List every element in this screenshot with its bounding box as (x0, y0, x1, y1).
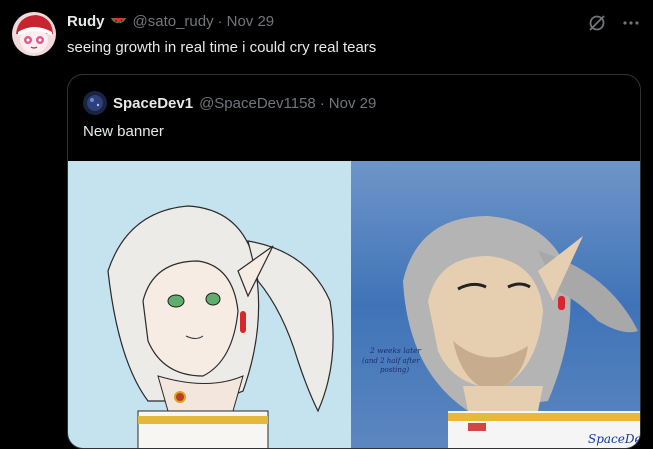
slashed-circle-icon[interactable] (587, 13, 607, 33)
watermelon-icon (110, 13, 127, 30)
quoted-tweet-date[interactable]: Nov 29 (329, 95, 377, 112)
quoted-author-avatar[interactable] (83, 91, 107, 115)
author-avatar[interactable] (12, 12, 56, 56)
tweet-date[interactable]: Nov 29 (227, 13, 275, 30)
separator-dot: · (217, 13, 223, 30)
artist-signature: SpaceDev (588, 432, 641, 446)
tweet-actions (587, 13, 641, 33)
quoted-author-handle[interactable]: @SpaceDev1158 (199, 95, 316, 112)
quoted-tweet[interactable]: SpaceDev1 @SpaceDev1158 · Nov 29 New ban… (67, 74, 641, 449)
tweet-text: seeing growth in real time i could cry r… (67, 39, 377, 56)
annotation-line-3: posting) (380, 366, 409, 374)
annotation-line-1: 2 weeks later (369, 346, 422, 355)
quoted-tweet-text: New banner (83, 123, 164, 140)
quoted-tweet-header: SpaceDev1 @SpaceDev1158 · Nov 29 (83, 91, 376, 115)
svg-text:SpaceDev: SpaceDev (588, 432, 641, 446)
more-icon[interactable] (621, 13, 641, 33)
annotation-line-2: (and 2 half after (362, 357, 420, 365)
author-name[interactable]: Rudy (67, 13, 105, 30)
separator-dot: · (319, 94, 325, 112)
quoted-author-name[interactable]: SpaceDev1 (113, 95, 193, 112)
tweet-header: Rudy @sato_rudy · Nov 29 (67, 13, 274, 30)
author-handle[interactable]: @sato_rudy (133, 13, 214, 30)
banner-image[interactable]: 2 weeks later (and 2 half after posting)… (68, 161, 641, 448)
